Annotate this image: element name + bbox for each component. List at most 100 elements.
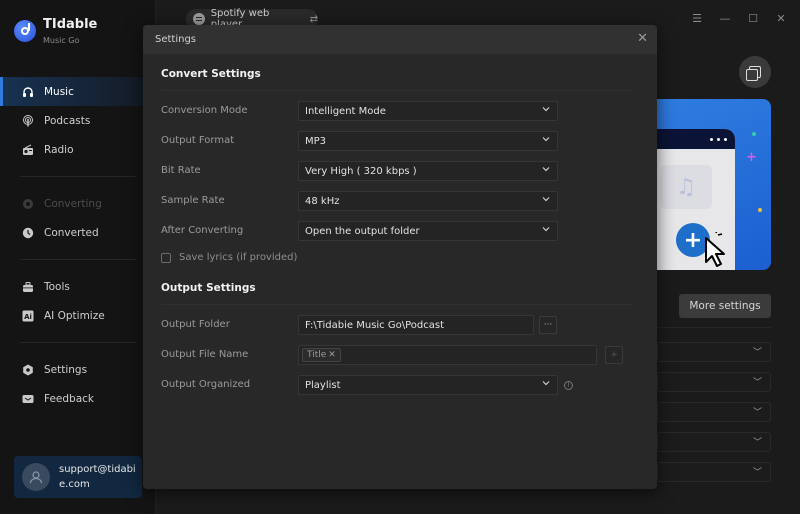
sidebar-nav: Music Podcasts Radio Converting Converte… <box>0 77 156 413</box>
chevron-down-icon: ﹀ <box>752 438 762 448</box>
decor-dot <box>758 208 762 212</box>
select-value: MP3 <box>305 135 327 147</box>
output-organized-select[interactable]: Playlist <box>298 375 558 395</box>
converting-icon <box>22 198 34 210</box>
user-icon <box>29 471 43 484</box>
clock-icon <box>22 227 34 239</box>
sidebar-item-label: Converting <box>44 197 102 210</box>
output-format-label: Output Format <box>161 135 235 146</box>
brand: TIdable Music Go <box>14 16 97 45</box>
background-select[interactable]: ﹀ <box>657 372 771 392</box>
music-note-icon: ♫ <box>660 165 712 209</box>
remove-tag-icon[interactable]: ✕ <box>328 350 336 360</box>
sidebar-item-label: Radio <box>44 143 74 156</box>
dialog-title: Settings <box>155 34 197 45</box>
swap-icon: ⇄ <box>309 13 318 25</box>
browse-folder-button[interactable]: ··· <box>539 316 557 334</box>
sidebar-item-converted[interactable]: Converted <box>0 218 156 247</box>
maximize-icon[interactable]: ☐ <box>746 10 760 26</box>
background-select[interactable]: ﹀ <box>657 462 771 482</box>
minimize-icon[interactable]: — <box>718 10 732 26</box>
sidebar-item-label: Music <box>44 85 74 98</box>
ai-icon: Ai <box>22 310 34 322</box>
info-icon[interactable]: ! <box>564 381 573 390</box>
add-tag-button[interactable]: + <box>605 346 623 364</box>
headphones-icon <box>22 86 34 98</box>
divider <box>657 327 771 328</box>
select-value: Open the output folder <box>305 225 420 237</box>
conversion-mode-select[interactable]: Intelligent Mode <box>298 101 558 121</box>
account-card[interactable]: support@tidabie.com <box>14 456 142 498</box>
cursor-icon <box>705 232 725 267</box>
chevron-down-icon <box>542 107 550 112</box>
background-select[interactable]: ﹀ <box>657 402 771 422</box>
app-window: TIdable Music Go Music Podcasts Radio Co… <box>0 0 800 514</box>
window-controls: ☰ — ☐ ✕ <box>690 10 788 26</box>
conversion-mode-label: Conversion Mode <box>161 105 248 116</box>
radio-icon <box>22 144 34 156</box>
output-folder-input[interactable]: F:\Tidabie Music Go\Podcast <box>298 315 534 335</box>
output-format-select[interactable]: MP3 <box>298 131 558 151</box>
sidebar-item-ai-optimize[interactable]: Ai AI Optimize <box>0 301 156 330</box>
app-subtitle: Music Go <box>43 36 80 45</box>
chevron-down-icon <box>542 381 550 386</box>
bit-rate-select[interactable]: Very High ( 320 kbps ) <box>298 161 558 181</box>
sidebar-item-label: Podcasts <box>44 114 91 127</box>
chevron-down-icon: ﹀ <box>752 348 762 358</box>
sidebar-item-music[interactable]: Music <box>0 77 156 106</box>
chevron-down-icon: ﹀ <box>752 378 762 388</box>
toolbox-icon <box>22 281 34 293</box>
floating-window-button[interactable] <box>739 56 771 88</box>
after-converting-label: After Converting <box>161 225 244 236</box>
after-converting-select[interactable]: Open the output folder <box>298 221 558 241</box>
chevron-down-icon <box>542 167 550 172</box>
decor-dot <box>752 132 756 136</box>
output-file-name-field[interactable]: Title ✕ <box>298 345 597 365</box>
podcast-icon <box>22 114 34 127</box>
mail-icon <box>22 393 34 405</box>
gear-icon <box>22 364 34 376</box>
select-value: Intelligent Mode <box>305 105 386 117</box>
sidebar-item-converting[interactable]: Converting <box>0 189 156 218</box>
output-file-name-label: Output File Name <box>161 349 249 360</box>
sidebar-item-radio[interactable]: Radio <box>0 135 156 164</box>
sidebar-item-label: AI Optimize <box>44 309 105 322</box>
settings-dialog: Settings ✕ Convert Settings Conversion M… <box>143 25 657 489</box>
more-settings-button[interactable]: More settings <box>679 294 771 318</box>
sidebar-divider <box>20 176 136 177</box>
background-select[interactable]: ﹀ <box>657 432 771 452</box>
sidebar-item-feedback[interactable]: Feedback <box>0 384 156 413</box>
background-select[interactable]: ﹀ <box>657 342 771 362</box>
svg-text:Ai: Ai <box>24 313 32 321</box>
file-name-tag: Title ✕ <box>302 348 341 362</box>
close-icon[interactable]: ✕ <box>637 32 648 46</box>
sidebar-item-settings[interactable]: Settings <box>0 355 156 384</box>
sidebar-item-label: Tools <box>44 280 70 293</box>
app-name: TIdable <box>43 17 98 32</box>
sidebar-item-tools[interactable]: Tools <box>0 272 156 301</box>
sidebar-item-podcasts[interactable]: Podcasts <box>0 106 156 135</box>
bit-rate-label: Bit Rate <box>161 165 201 176</box>
chevron-down-icon <box>542 227 550 232</box>
tag-label: Title <box>307 350 327 360</box>
playlist-window-icon <box>746 66 761 81</box>
output-settings-heading: Output Settings <box>161 282 256 294</box>
account-email: support@tidabie.com <box>59 464 136 490</box>
menu-icon[interactable]: ☰ <box>690 10 704 26</box>
output-folder-value: F:\Tidabie Music Go\Podcast <box>305 319 444 331</box>
avatar <box>22 463 50 491</box>
close-icon[interactable]: ✕ <box>774 10 788 26</box>
save-lyrics-checkbox[interactable] <box>161 252 171 263</box>
select-value: Very High ( 320 kbps ) <box>305 165 417 177</box>
select-value: 48 kHz <box>305 195 340 207</box>
sample-rate-select[interactable]: 48 kHz <box>298 191 558 211</box>
chevron-down-icon: ﹀ <box>752 408 762 418</box>
output-organized-label: Output Organized <box>161 379 251 390</box>
spotify-icon <box>193 13 205 25</box>
chevron-down-icon <box>542 137 550 142</box>
output-folder-label: Output Folder <box>161 319 230 330</box>
chevron-down-icon: ﹀ <box>752 468 762 478</box>
save-lyrics-option[interactable]: Save lyrics (if provided) <box>161 252 297 263</box>
section-divider <box>161 90 633 91</box>
sidebar-item-label: Settings <box>44 363 88 376</box>
